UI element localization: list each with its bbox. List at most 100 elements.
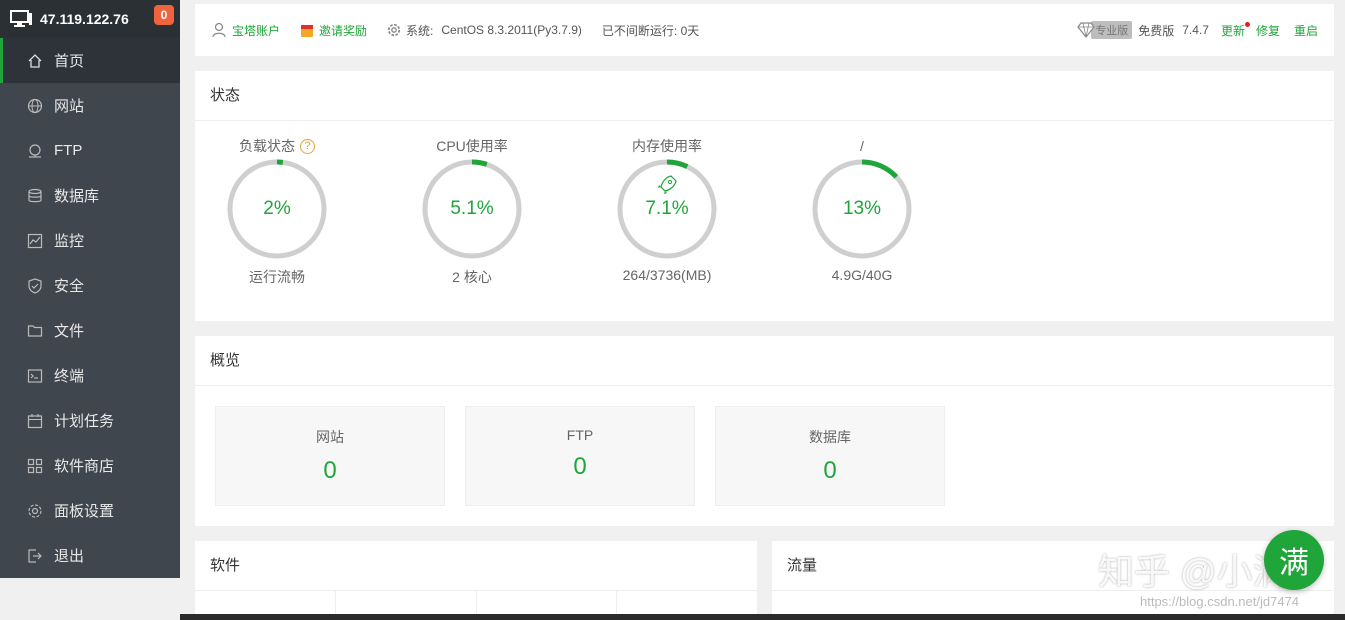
gear-icon bbox=[26, 502, 44, 520]
monitor-icon bbox=[10, 10, 32, 27]
gear-icon bbox=[387, 23, 401, 37]
csdn-watermark: https://blog.csdn.net/jd7474 bbox=[1140, 594, 1300, 609]
sidebar-item-label: 面板设置 bbox=[54, 503, 115, 520]
database-icon bbox=[26, 187, 44, 205]
disk-gauge[interactable]: / 13% 4.9G/40G bbox=[802, 135, 922, 283]
sidebar-item-security[interactable]: 安全 bbox=[0, 263, 180, 308]
server-ip: 47.119.122.76 bbox=[40, 11, 129, 27]
uptime-text: 已不间断运行: 0天 bbox=[601, 23, 700, 38]
overview-website[interactable]: 网站 0 bbox=[215, 406, 445, 506]
sidebar-item-label: 网站 bbox=[54, 98, 85, 115]
load-gauge[interactable]: 负载状态? 2% 运行流畅 bbox=[217, 135, 337, 287]
gauge-value: 7.1% bbox=[645, 198, 689, 219]
gauge-sub: 264/3736(MB) bbox=[622, 267, 712, 283]
update-button[interactable]: 更新 bbox=[1221, 22, 1245, 39]
status-card: 状态 负载状态? 2% 运行流畅 CPU使用率 5.1% 2 核心 内存使用率 … bbox=[195, 71, 1334, 321]
help-icon[interactable]: ? bbox=[300, 138, 315, 154]
pro-tag[interactable]: 专业版 bbox=[1091, 21, 1133, 39]
header-right: 专业版 免费版 7.4.7 更新 修复 重启 bbox=[1077, 21, 1318, 39]
gauge-label: 内存使用率 bbox=[632, 138, 702, 154]
gauge-ring: 13% bbox=[810, 157, 914, 261]
overview-ftp[interactable]: FTP 0 bbox=[465, 406, 695, 506]
monitor-chart-icon bbox=[26, 232, 44, 250]
sidebar-item-label: 文件 bbox=[54, 323, 85, 340]
gauge-sub: 4.9G/40G bbox=[831, 267, 893, 283]
gauge-label: / bbox=[860, 138, 864, 154]
gauge-value: 13% bbox=[842, 198, 882, 219]
overview-title: 概览 bbox=[195, 336, 1334, 386]
sidebar-header: 47.119.122.76 0 bbox=[0, 0, 180, 38]
calendar-icon bbox=[26, 412, 44, 430]
user-icon bbox=[212, 22, 226, 38]
software-title: 软件 bbox=[195, 541, 757, 591]
sidebar-item-home[interactable]: 首页 bbox=[0, 38, 180, 83]
floating-avatar-button[interactable]: 满 bbox=[1264, 530, 1324, 590]
uptime-info: 已不间断运行: 0天 bbox=[602, 22, 699, 39]
restart-button[interactable]: 重启 bbox=[1294, 22, 1318, 39]
invite-label: 邀请奖励 bbox=[319, 23, 368, 38]
home-icon bbox=[26, 52, 44, 70]
overview-card: 概览 网站 0 FTP 0 数据库 0 bbox=[195, 336, 1334, 526]
sidebar-item-terminal[interactable]: 终端 bbox=[0, 353, 180, 398]
sidebar: 47.119.122.76 0 首页 网站 FTP 数据库 监控 安全 文件 终… bbox=[0, 0, 180, 578]
sidebar-item-settings[interactable]: 面板设置 bbox=[0, 488, 180, 533]
sidebar-item-website[interactable]: 网站 bbox=[0, 83, 180, 128]
gauge-ring: 5.1% bbox=[420, 157, 524, 261]
sidebar-item-files[interactable]: 文件 bbox=[0, 308, 180, 353]
overview-label: 网站 bbox=[316, 429, 344, 445]
sidebar-item-label: 数据库 bbox=[54, 188, 100, 205]
system-label: 系统: bbox=[406, 23, 434, 38]
overview-value: 0 bbox=[823, 457, 837, 484]
gift-icon bbox=[301, 25, 314, 37]
sidebar-item-logout[interactable]: 退出 bbox=[0, 533, 180, 578]
status-title: 状态 bbox=[195, 71, 1334, 121]
gauge-label: 负载状态? bbox=[217, 135, 337, 157]
sidebar-item-label: FTP bbox=[54, 142, 83, 159]
sidebar-item-monitor[interactable]: 监控 bbox=[0, 218, 180, 263]
gauge-ring: 7.1% bbox=[615, 157, 719, 261]
diamond-icon bbox=[1077, 22, 1095, 38]
sidebar-footer-space bbox=[0, 578, 180, 620]
sidebar-item-label: 安全 bbox=[54, 278, 85, 295]
repair-button[interactable]: 修复 bbox=[1256, 22, 1280, 39]
cpu-gauge[interactable]: CPU使用率 5.1% 2 核心 bbox=[412, 135, 532, 287]
edition-label: 免费版 bbox=[1138, 23, 1175, 38]
account-label: 宝塔账户 bbox=[232, 23, 281, 38]
taskbar-strip bbox=[180, 614, 1345, 620]
sidebar-item-cron[interactable]: 计划任务 bbox=[0, 398, 180, 443]
sidebar-item-label: 软件商店 bbox=[54, 458, 115, 475]
update-dot bbox=[1244, 21, 1250, 27]
sidebar-item-app-store[interactable]: 软件商店 bbox=[0, 443, 180, 488]
gauge-value: 5.1% bbox=[450, 198, 494, 219]
sidebar-item-label: 计划任务 bbox=[54, 413, 115, 430]
overview-value: 0 bbox=[573, 453, 587, 480]
overview-label: FTP bbox=[566, 427, 594, 443]
software-card: 软件 bbox=[195, 541, 757, 620]
invite-link[interactable]: 邀请奖励 bbox=[300, 22, 367, 39]
gauge-label: CPU使用率 bbox=[436, 138, 508, 154]
overview-label: 数据库 bbox=[809, 429, 851, 445]
gauge-sub: 2 核心 bbox=[452, 269, 492, 285]
version-label: 7.4.7 bbox=[1182, 23, 1209, 37]
globe-icon bbox=[26, 97, 44, 115]
sidebar-item-label: 退出 bbox=[54, 548, 85, 565]
gauge-ring: 2% bbox=[225, 157, 329, 261]
memory-gauge[interactable]: 内存使用率 7.1% 264/3736(MB) bbox=[607, 135, 727, 283]
overview-value: 0 bbox=[323, 457, 337, 484]
system-info: 系统: CentOS 8.3.2011(Py3.7.9) bbox=[387, 22, 582, 39]
notification-badge[interactable]: 0 bbox=[154, 5, 174, 25]
system-value: CentOS 8.3.2011(Py3.7.9) bbox=[441, 23, 582, 37]
sidebar-item-label: 终端 bbox=[54, 368, 85, 385]
terminal-icon bbox=[26, 367, 44, 385]
sidebar-item-label: 首页 bbox=[54, 53, 85, 70]
account-link[interactable]: 宝塔账户 bbox=[211, 22, 280, 39]
overview-database[interactable]: 数据库 0 bbox=[715, 406, 945, 506]
zhihu-watermark: 知乎 @小满 bbox=[1098, 551, 1289, 592]
sidebar-item-database[interactable]: 数据库 bbox=[0, 173, 180, 218]
gauge-sub: 运行流畅 bbox=[249, 269, 305, 285]
sidebar-item-ftp[interactable]: FTP bbox=[0, 128, 180, 173]
shield-icon bbox=[26, 277, 44, 295]
folder-icon bbox=[26, 322, 44, 340]
sidebar-item-label: 监控 bbox=[54, 233, 85, 250]
ftp-icon bbox=[26, 142, 44, 160]
